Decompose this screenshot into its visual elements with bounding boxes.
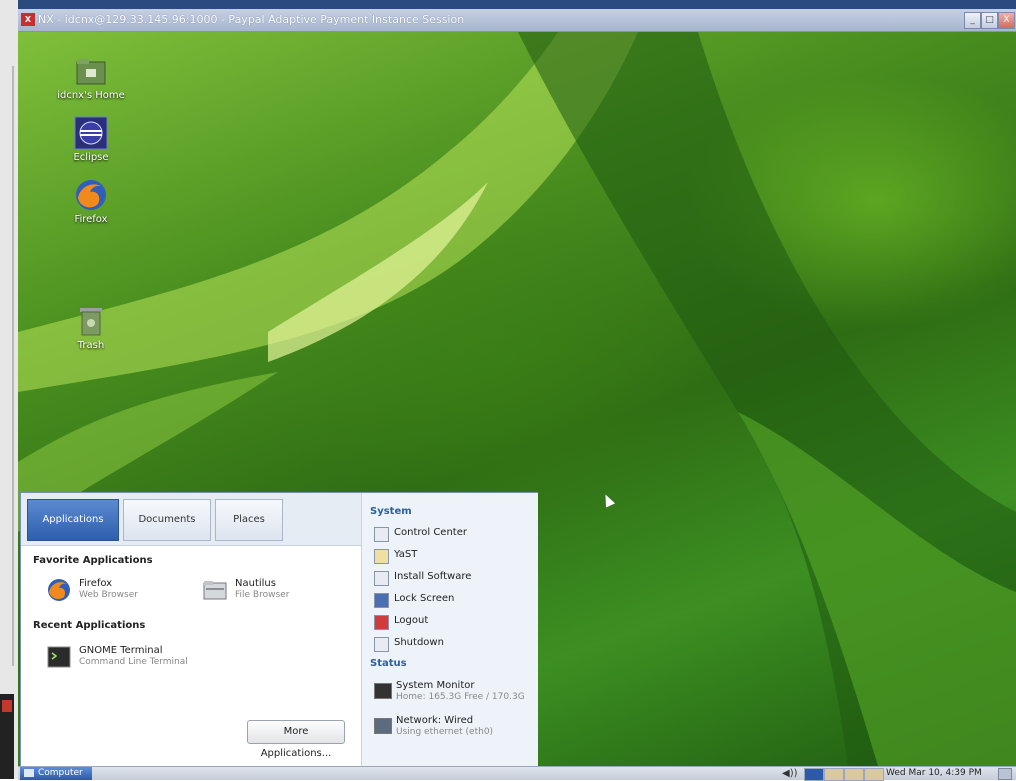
tab-documents[interactable]: Documents xyxy=(123,499,211,541)
minimize-button[interactable]: _ xyxy=(964,12,981,29)
tab-places[interactable]: Places xyxy=(215,499,283,541)
favorites-heading: Favorite Applications xyxy=(33,555,153,566)
nx-app-icon: X xyxy=(21,13,35,26)
shutdown-icon xyxy=(374,637,389,652)
workspace-3[interactable] xyxy=(844,768,864,781)
install-software-icon xyxy=(374,571,389,586)
desktop-icon-firefox[interactable]: Firefox xyxy=(46,178,136,225)
show-desktop-icon[interactable] xyxy=(998,768,1012,780)
start-menu: Applications Documents Places Favorite A… xyxy=(20,492,538,766)
bottom-panel: Computer ◀)) Wed Mar 10, 4:39 PM xyxy=(18,766,1016,781)
computer-icon xyxy=(24,769,34,777)
status-system-monitor[interactable]: System Monitor Home: 165.3G Free / 170.3… xyxy=(374,680,534,708)
firefox-icon xyxy=(47,578,71,602)
firefox-icon xyxy=(74,178,108,212)
yast-icon xyxy=(374,549,389,564)
host-app-icon xyxy=(2,700,12,712)
desktop-icon-eclipse[interactable]: Eclipse xyxy=(46,116,136,163)
menu-left-pane: Applications Documents Places Favorite A… xyxy=(21,493,361,766)
desktop-icon-trash[interactable]: Trash xyxy=(46,304,136,351)
host-separator xyxy=(12,66,14,666)
status-heading: Status xyxy=(370,658,407,669)
workspace-2[interactable] xyxy=(824,768,844,781)
control-center-icon xyxy=(374,527,389,542)
workspace-4[interactable] xyxy=(864,768,884,781)
recent-gnome-terminal[interactable]: GNOME Terminal Command Line Terminal xyxy=(47,645,247,671)
network-icon xyxy=(374,718,392,734)
lock-screen-icon xyxy=(374,593,389,608)
outer-top-strip xyxy=(0,0,1016,9)
window-title: NX - idcnx@129.33.145.96:1000 - Paypal A… xyxy=(38,13,465,26)
favorite-firefox[interactable]: Firefox Web Browser xyxy=(47,578,197,604)
maximize-button[interactable]: □ xyxy=(981,12,998,29)
menu-right-pane: System Control Center YaST Install Softw… xyxy=(361,493,538,766)
eclipse-icon xyxy=(74,116,108,150)
home-folder-icon xyxy=(74,54,108,88)
nx-window: X NX - idcnx@129.33.145.96:1000 - Paypal… xyxy=(18,9,1016,781)
trash-icon xyxy=(74,304,108,338)
recent-heading: Recent Applications xyxy=(33,620,146,631)
system-heading: System xyxy=(370,506,412,517)
title-bar[interactable]: X NX - idcnx@129.33.145.96:1000 - Paypal… xyxy=(18,9,1016,32)
favorite-nautilus[interactable]: Nautilus File Browser xyxy=(203,578,353,604)
file-cabinet-icon xyxy=(203,578,227,602)
status-network[interactable]: Network: Wired Using ethernet (eth0) xyxy=(374,715,534,743)
volume-icon[interactable]: ◀)) xyxy=(782,768,798,779)
close-button[interactable]: X xyxy=(998,12,1015,29)
desktop[interactable]: idcnx's Home Eclipse Firefox Trash Appli… xyxy=(18,32,1016,766)
menu-tabs: Applications Documents Places xyxy=(21,493,361,546)
tab-applications[interactable]: Applications xyxy=(27,499,119,541)
terminal-icon xyxy=(47,645,71,669)
desktop-icon-home[interactable]: idcnx's Home xyxy=(46,54,136,101)
system-monitor-icon xyxy=(374,683,392,699)
computer-menu-button[interactable]: Computer xyxy=(20,767,92,780)
workspace-1[interactable] xyxy=(804,768,824,781)
logout-icon xyxy=(374,615,389,630)
clock[interactable]: Wed Mar 10, 4:39 PM xyxy=(886,767,982,780)
more-applications-button[interactable]: More Applications... xyxy=(247,720,345,759)
host-left-strip xyxy=(0,0,18,779)
